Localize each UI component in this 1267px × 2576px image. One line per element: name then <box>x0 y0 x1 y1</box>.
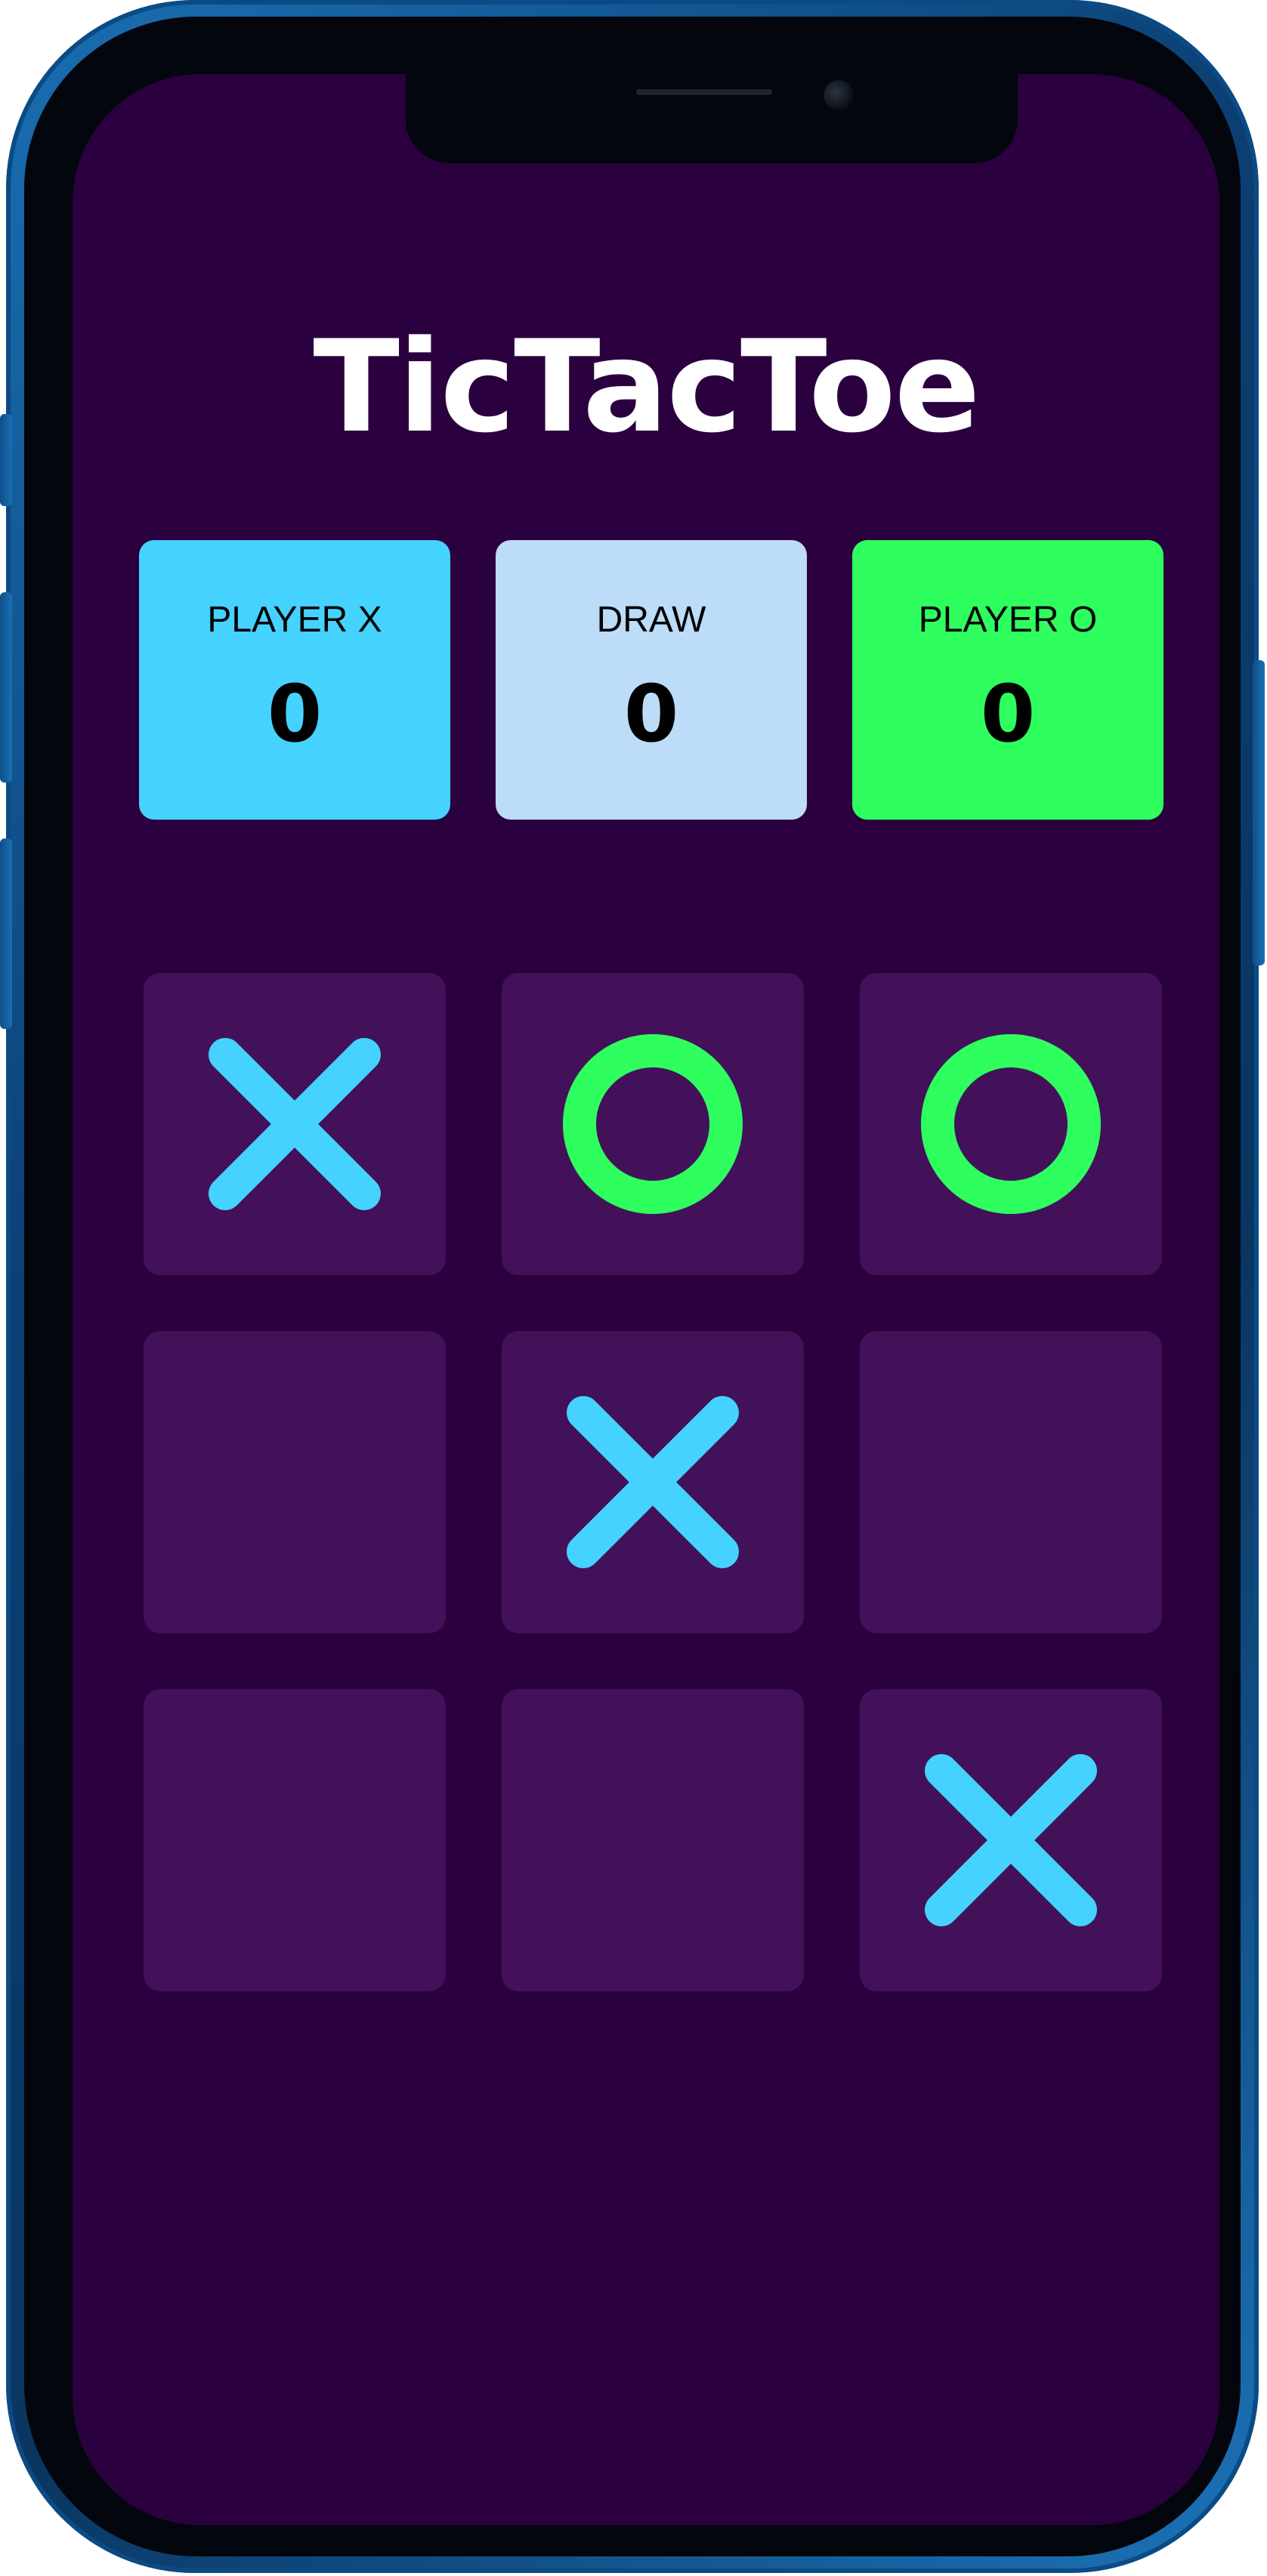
score-value-player-x: 0 <box>267 668 323 760</box>
board-cell[interactable] <box>860 1689 1162 1991</box>
board-cell[interactable] <box>144 1331 446 1633</box>
x-mark-icon <box>567 1396 739 1568</box>
board-cell[interactable] <box>860 973 1162 1275</box>
speaker-grille <box>636 89 772 95</box>
board-cell[interactable] <box>144 973 446 1275</box>
board-cell[interactable] <box>144 1689 446 1991</box>
front-camera-icon <box>824 80 854 110</box>
score-label-draw: DRAW <box>596 600 706 640</box>
score-label-player-x: PLAYER X <box>207 600 382 640</box>
x-mark-icon <box>925 1754 1097 1926</box>
game-title: TicTacToe <box>313 313 980 461</box>
phone-frame: TicTacToe PLAYER X 0 DRAW 0 PLAYER O 0 <box>0 0 1265 2573</box>
volume-up-button <box>0 592 12 783</box>
board-cell[interactable] <box>502 1689 804 1991</box>
score-card-draw: DRAW 0 <box>496 540 807 820</box>
o-mark-icon <box>563 1034 743 1214</box>
power-button <box>1253 660 1265 965</box>
board-cell[interactable] <box>502 973 804 1275</box>
score-card-player-o: PLAYER O 0 <box>852 540 1163 820</box>
game-screen: TicTacToe PLAYER X 0 DRAW 0 PLAYER O 0 <box>73 74 1219 2525</box>
score-value-player-o: 0 <box>980 668 1036 760</box>
score-label-player-o: PLAYER O <box>918 600 1098 640</box>
game-board <box>144 973 1163 1991</box>
notch <box>406 74 1018 163</box>
scoreboard: PLAYER X 0 DRAW 0 PLAYER O 0 <box>139 540 1163 820</box>
volume-down-button <box>0 839 12 1029</box>
silent-switch <box>0 414 12 506</box>
score-value-draw: 0 <box>623 668 679 760</box>
x-mark-icon <box>209 1038 381 1210</box>
score-card-player-x: PLAYER X 0 <box>139 540 450 820</box>
board-cell[interactable] <box>502 1331 804 1633</box>
o-mark-icon <box>921 1034 1101 1214</box>
board-cell[interactable] <box>860 1331 1162 1633</box>
